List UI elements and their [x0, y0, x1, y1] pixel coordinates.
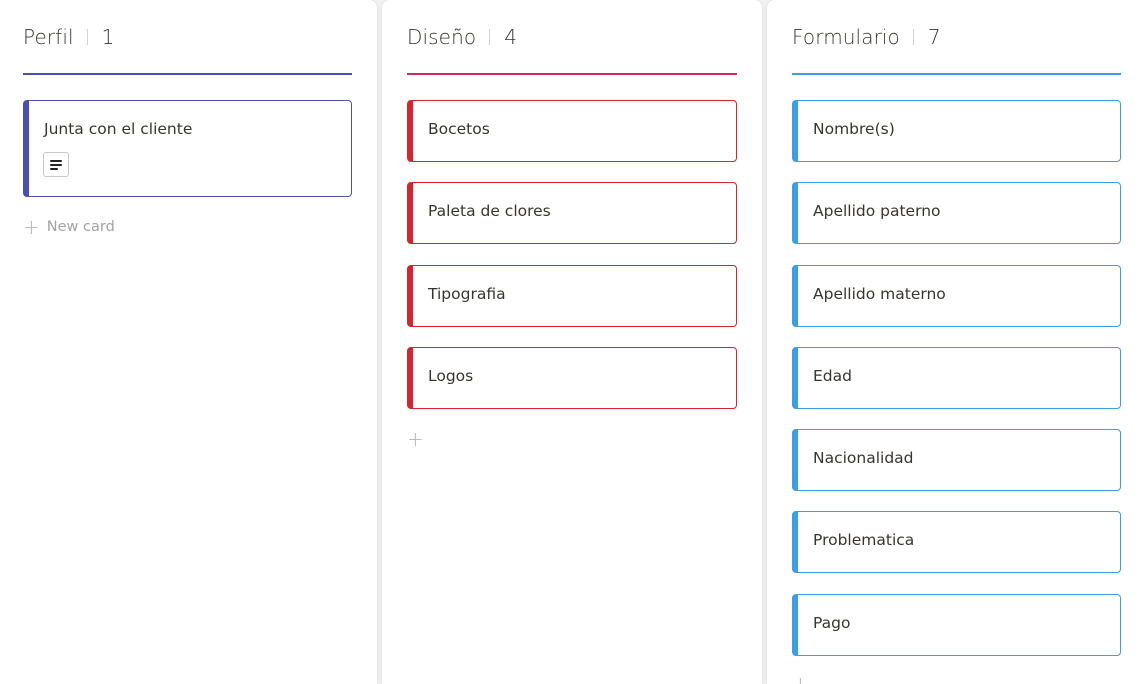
- add-card-button[interactable]: +: [792, 674, 816, 684]
- column-title: Perfil: [23, 25, 74, 49]
- column-perfil: Perfil 1 Junta con el cliente + New card: [0, 0, 377, 684]
- column-count: 7: [927, 25, 941, 49]
- card[interactable]: Logos: [407, 347, 737, 409]
- column-count: 4: [504, 25, 518, 49]
- column-color-rule: [407, 73, 737, 75]
- card-title: Nombre(s): [813, 120, 895, 138]
- card[interactable]: Edad: [792, 347, 1121, 409]
- column-color-rule: [23, 73, 352, 75]
- column-count: 1: [101, 25, 115, 49]
- card-title: Bocetos: [428, 120, 490, 138]
- kanban-board: Perfil 1 Junta con el cliente + New card…: [0, 0, 1144, 684]
- card[interactable]: Paleta de clores: [407, 182, 737, 244]
- card-title: Apellido paterno: [813, 202, 941, 220]
- card[interactable]: Apellido materno: [792, 265, 1121, 327]
- card-title: Edad: [813, 367, 852, 385]
- card[interactable]: Nacionalidad: [792, 429, 1121, 491]
- card[interactable]: Nombre(s): [792, 100, 1121, 162]
- new-card-button[interactable]: + New card: [23, 217, 115, 237]
- card[interactable]: Bocetos: [407, 100, 737, 162]
- header-divider: [489, 29, 491, 45]
- header-divider: [86, 29, 88, 45]
- plus-icon: +: [792, 672, 809, 684]
- card-title: Nacionalidad: [813, 449, 914, 467]
- column-header-perfil[interactable]: Perfil 1: [23, 23, 114, 51]
- card[interactable]: Tipografia: [407, 265, 737, 327]
- card-title: Pago: [813, 614, 851, 632]
- card-title: Problematica: [813, 531, 915, 549]
- column-header-diseno[interactable]: Diseño 4: [407, 23, 517, 51]
- column-title: Diseño: [407, 25, 477, 49]
- plus-icon: +: [23, 215, 40, 239]
- plus-icon: +: [407, 427, 424, 451]
- new-card-label: New card: [46, 219, 115, 235]
- card-title: Logos: [428, 367, 474, 385]
- column-formulario: Formulario 7 Nombre(s) Apellido paterno …: [767, 0, 1144, 684]
- column-diseno: Diseño 4 Bocetos Paleta de clores Tipogr…: [382, 0, 762, 684]
- column-title: Formulario: [792, 25, 900, 49]
- card[interactable]: Problematica: [792, 511, 1121, 573]
- column-header-formulario[interactable]: Formulario 7: [792, 23, 941, 51]
- card[interactable]: Junta con el cliente: [23, 100, 352, 197]
- card-title: Junta con el cliente: [44, 120, 193, 138]
- card-title: Apellido materno: [813, 285, 946, 303]
- notes-icon[interactable]: [43, 152, 69, 177]
- card[interactable]: Pago: [792, 594, 1121, 656]
- card-title: Tipografia: [428, 285, 506, 303]
- header-divider: [912, 29, 914, 45]
- card[interactable]: Apellido paterno: [792, 182, 1121, 244]
- column-color-rule: [792, 73, 1121, 75]
- add-card-button[interactable]: +: [407, 429, 431, 449]
- card-title: Paleta de clores: [428, 202, 551, 220]
